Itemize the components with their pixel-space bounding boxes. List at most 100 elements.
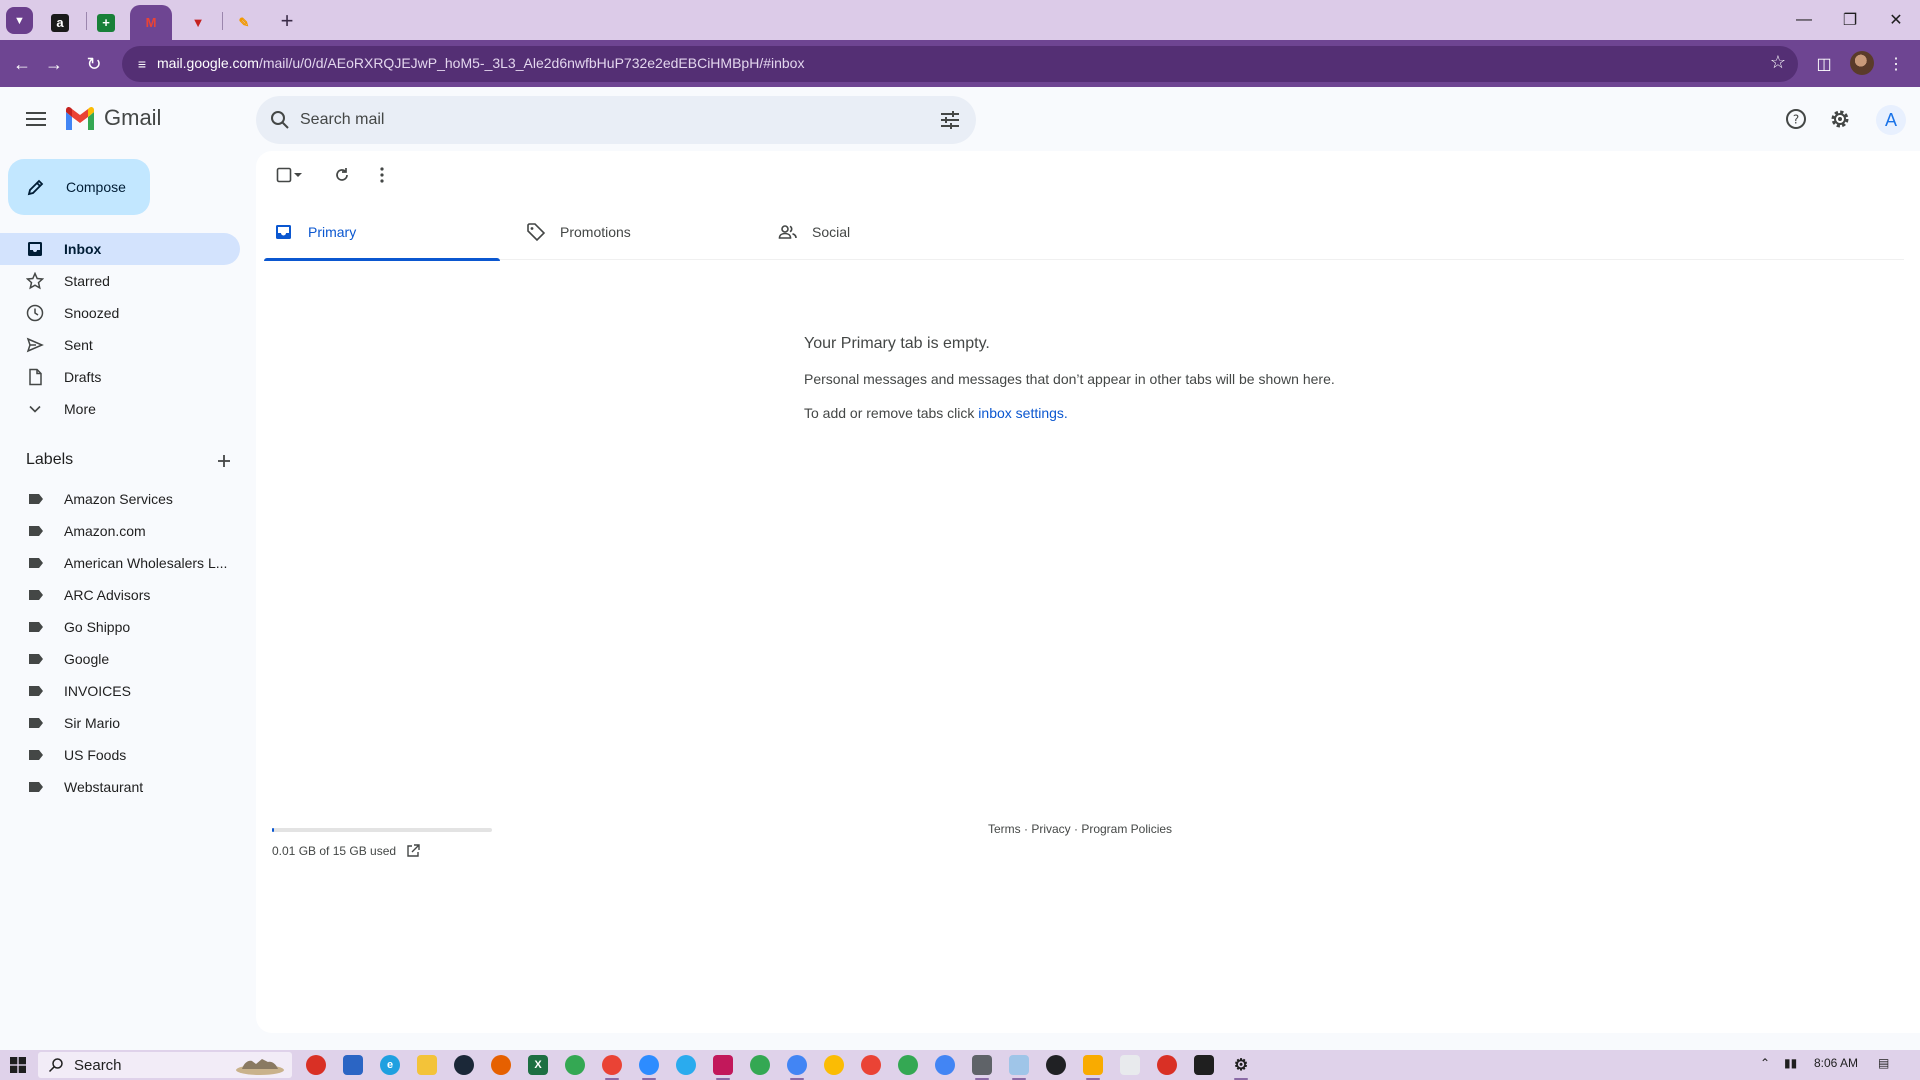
browser-tab-app4[interactable]: ▼ bbox=[176, 5, 220, 40]
taskbar-sticky-notes-icon[interactable] bbox=[1083, 1055, 1103, 1080]
label-item-us-foods[interactable]: US Foods bbox=[0, 739, 240, 771]
draft-icon bbox=[26, 368, 44, 386]
tab-search-button[interactable]: ▼ bbox=[6, 7, 33, 34]
label-tag-icon bbox=[29, 654, 43, 664]
help-icon[interactable]: ? bbox=[1780, 103, 1812, 135]
bookmark-star-icon[interactable]: ☆ bbox=[1770, 52, 1786, 73]
browser-menu-icon[interactable]: ⋮ bbox=[1882, 50, 1910, 78]
pencil-favicon: ✎ bbox=[238, 14, 250, 30]
sidebar-item-starred[interactable]: Starred bbox=[0, 265, 240, 297]
minimize-icon[interactable]: — bbox=[1784, 4, 1824, 36]
taskbar-app-store-icon[interactable] bbox=[343, 1055, 363, 1075]
label-item-amazon-services[interactable]: Amazon Services bbox=[0, 483, 240, 515]
taskbar-chrome-icon-5[interactable] bbox=[824, 1055, 844, 1075]
side-panel-icon[interactable]: ◫ bbox=[1810, 50, 1838, 78]
taskbar-app-red-icon[interactable] bbox=[306, 1055, 326, 1075]
label-item-american-wholesalers[interactable]: American Wholesalers L... bbox=[0, 547, 240, 579]
taskbar-firefox-icon[interactable] bbox=[491, 1055, 511, 1075]
taskbar-paint-icon[interactable] bbox=[1120, 1055, 1140, 1075]
site-info-icon[interactable]: ≡ bbox=[132, 54, 152, 74]
windows-taskbar: Search e X ⚙ ⌃ ▮▮ 8:06 AM ▤ bbox=[0, 1050, 1920, 1080]
taskbar-chrome-icon-4[interactable] bbox=[787, 1055, 807, 1080]
tab-promotions[interactable]: Promotions bbox=[516, 204, 752, 260]
browser-tab-app5[interactable]: ✎ bbox=[222, 5, 266, 40]
select-dropdown-arrow-icon[interactable] bbox=[290, 163, 306, 187]
label-item-sir-mario[interactable]: Sir Mario bbox=[0, 707, 240, 739]
taskbar-edge-icon[interactable]: e bbox=[380, 1055, 400, 1075]
taskbar-search[interactable]: Search bbox=[38, 1052, 292, 1078]
taskbar-chrome-icon-6[interactable] bbox=[861, 1055, 881, 1075]
footer-links[interactable]: Terms · Privacy · Program Policies bbox=[988, 822, 1172, 836]
main-panel: Primary Promotions Social Your Primary t… bbox=[256, 151, 1920, 1033]
taskbar-chrome-icon-2[interactable] bbox=[602, 1055, 622, 1080]
windows-start-icon[interactable] bbox=[10, 1057, 26, 1073]
notification-icon[interactable]: ▤ bbox=[1878, 1056, 1889, 1070]
tab-social[interactable]: Social bbox=[768, 204, 1004, 260]
sidebar-item-inbox[interactable]: Inbox bbox=[0, 233, 240, 265]
tab-primary[interactable]: Primary bbox=[264, 204, 500, 261]
taskbar-settings-gear-icon[interactable]: ⚙ bbox=[1231, 1055, 1251, 1080]
search-bar[interactable] bbox=[256, 96, 976, 144]
storage-usage: 0.01 GB of 15 GB used bbox=[272, 828, 522, 858]
label-item-invoices[interactable]: INVOICES bbox=[0, 675, 240, 707]
taskbar-app-pink-icon[interactable] bbox=[713, 1055, 733, 1080]
sidebar-item-snoozed[interactable]: Snoozed bbox=[0, 297, 240, 329]
taskbar-chrome-icon-8[interactable] bbox=[935, 1055, 955, 1075]
taskbar-folder-icon[interactable] bbox=[417, 1055, 437, 1075]
inbox-settings-link[interactable]: inbox settings bbox=[978, 405, 1064, 421]
gmail-logo[interactable]: Gmail bbox=[64, 105, 161, 131]
tray-chevron-up-icon[interactable]: ⌃ bbox=[1760, 1056, 1770, 1070]
label-tag-icon bbox=[29, 718, 43, 728]
reload-icon[interactable]: ↻ bbox=[80, 50, 108, 78]
svg-text:?: ? bbox=[1793, 113, 1799, 127]
label-item-arc-advisors[interactable]: ARC Advisors bbox=[0, 579, 240, 611]
address-bar[interactable]: ≡ mail.google.com/mail/u/0/d/AEoRXRQJEJw… bbox=[122, 46, 1798, 82]
browser-tab-amazon[interactable]: a bbox=[38, 5, 82, 40]
search-icon[interactable] bbox=[268, 108, 292, 132]
label-item-google[interactable]: Google bbox=[0, 643, 240, 675]
search-options-icon[interactable] bbox=[938, 108, 962, 132]
browser-tab-gmail[interactable]: M bbox=[130, 5, 172, 40]
close-icon[interactable]: ✕ bbox=[1876, 4, 1916, 36]
label-item-webstaurant[interactable]: Webstaurant bbox=[0, 771, 240, 803]
add-label-plus-icon[interactable] bbox=[212, 449, 236, 473]
taskbar-app-red2-icon[interactable] bbox=[1157, 1055, 1177, 1075]
taskbar-app-check-icon[interactable] bbox=[1194, 1055, 1214, 1075]
main-menu-icon[interactable] bbox=[20, 103, 52, 135]
label-item-go-shippo[interactable]: Go Shippo bbox=[0, 611, 240, 643]
sidebar-item-drafts[interactable]: Drafts bbox=[0, 361, 240, 393]
account-avatar[interactable]: A bbox=[1876, 105, 1906, 135]
refresh-icon[interactable] bbox=[330, 163, 354, 187]
empty-state-message: Personal messages and messages that don’… bbox=[804, 371, 1335, 387]
compose-button[interactable]: Compose bbox=[8, 159, 150, 215]
taskbar-chrome-icon[interactable] bbox=[565, 1055, 585, 1075]
browser-tabstrip: ▼ a + M ▼ ✎ + — ❐ ✕ bbox=[0, 0, 1920, 40]
url-text[interactable]: mail.google.com/mail/u/0/d/AEoRXRQJEJwP_… bbox=[157, 55, 804, 71]
taskbar-chrome-icon-7[interactable] bbox=[898, 1055, 918, 1075]
taskbar-telegram-icon[interactable] bbox=[676, 1055, 696, 1075]
back-icon[interactable]: ← bbox=[8, 50, 36, 78]
more-options-icon[interactable] bbox=[370, 163, 394, 187]
sidebar-item-sent[interactable]: Sent bbox=[0, 329, 240, 361]
label-item-amazon-com[interactable]: Amazon.com bbox=[0, 515, 240, 547]
taskbar-app-dark-icon[interactable] bbox=[1046, 1055, 1066, 1075]
taskbar-steam-icon[interactable] bbox=[454, 1055, 474, 1075]
taskbar-clock[interactable]: 8:06 AM bbox=[1814, 1056, 1858, 1070]
mail-toolbar bbox=[256, 151, 1920, 199]
forward-icon[interactable]: → bbox=[40, 50, 68, 78]
taskbar-calculator-icon[interactable] bbox=[972, 1055, 992, 1080]
gmail-header: Gmail ? A bbox=[0, 87, 1920, 151]
taskbar-excel-icon[interactable]: X bbox=[528, 1055, 548, 1075]
settings-gear-icon[interactable] bbox=[1824, 103, 1856, 135]
battery-icon[interactable]: ▮▮ bbox=[1784, 1056, 1797, 1070]
restore-icon[interactable]: ❐ bbox=[1830, 4, 1870, 36]
taskbar-chrome-icon-3[interactable] bbox=[750, 1055, 770, 1075]
profile-avatar[interactable] bbox=[1850, 51, 1874, 75]
new-tab-button[interactable]: + bbox=[274, 8, 300, 34]
browser-tab-sheets[interactable]: + bbox=[84, 5, 128, 40]
taskbar-zoom-icon[interactable] bbox=[639, 1055, 659, 1080]
taskbar-notepad-icon[interactable] bbox=[1009, 1055, 1029, 1080]
open-external-icon[interactable] bbox=[406, 844, 420, 858]
search-input[interactable] bbox=[300, 96, 900, 144]
sidebar-item-more[interactable]: More bbox=[0, 393, 240, 425]
